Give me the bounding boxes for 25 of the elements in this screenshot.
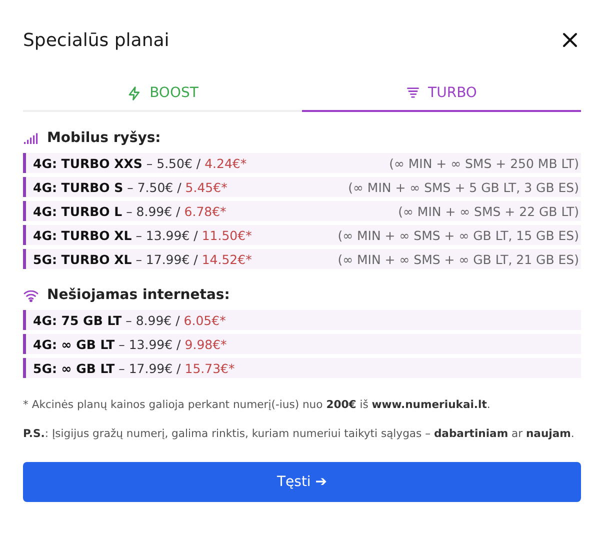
plan-price: 4G: ∞ GB LT – 13.99€ / 9.98€* <box>33 336 227 352</box>
plan-details: (∞ MIN + ∞ SMS + ∞ GB LT, 15 GB ES) <box>338 228 579 242</box>
plan-details: (∞ MIN + ∞ SMS + 250 MB LT) <box>389 156 579 170</box>
plan-details: (∞ MIN + ∞ SMS + 5 GB LT, 3 GB ES) <box>348 180 579 194</box>
filter-lines-icon <box>406 86 420 100</box>
plan-details: (∞ MIN + ∞ SMS + ∞ GB LT, 21 GB ES) <box>338 252 579 266</box>
plan-price: 4G: TURBO XL – 13.99€ / 11.50€* <box>33 228 252 242</box>
footnote: P.S.: Įsigijus gražų numerį, galima rinktis, kuriam numeriui taikyti sąlygas – dabartiniam ar naujam. <box>23 427 576 440</box>
plan-tab[interactable]: BOOST <box>23 76 302 112</box>
plan-price: 5G: TURBO XL – 17.99€ / 14.52€* <box>33 252 252 266</box>
plan-price: 4G: TURBO L – 8.99€ / 6.78€* <box>33 204 226 218</box>
plan-price: 5G: ∞ GB LT – 17.99€ / 15.73€* <box>33 360 235 376</box>
plan-tab[interactable]: TURBO <box>302 76 581 112</box>
dialog-title: Specialūs planai <box>23 30 170 50</box>
plan-details: (∞ MIN + ∞ SMS + 22 GB LT) <box>398 204 579 218</box>
footnote: * Akcinės planų kainos galioja perkant numerį(-ius) nuo 200€ iš www.numeriukai.lt. <box>23 398 492 411</box>
continue-button[interactable]: Tęsti ➔ <box>23 462 581 502</box>
section-heading: Mobilus ryšys: <box>47 130 161 146</box>
signal-bars-icon <box>23 132 39 144</box>
plan-price: 4G: 75 GB LT – 8.99€ / 6.05€* <box>33 312 226 328</box>
plan-price: 4G: TURBO S – 7.50€ / 5.45€* <box>33 180 228 194</box>
plan-price: 4G: TURBO XXS – 5.50€ / 4.24€* <box>33 156 247 170</box>
lightning-icon <box>126 86 142 100</box>
section-heading: Nešiojamas internetas: <box>47 287 230 303</box>
wifi-icon <box>23 288 39 302</box>
